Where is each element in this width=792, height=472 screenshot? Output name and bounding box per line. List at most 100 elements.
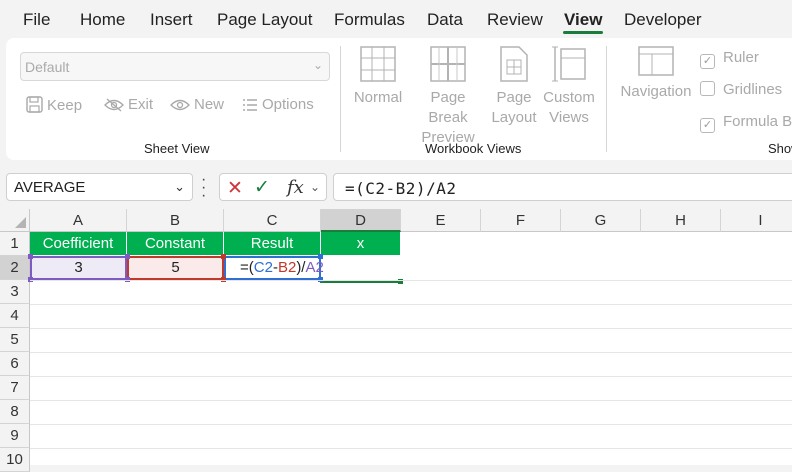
name-box-value: AVERAGE [14, 179, 86, 196]
cell-b2[interactable]: 5 [127, 256, 224, 280]
chevron-down-icon[interactable]: ⌄ [310, 180, 320, 194]
cell-a2[interactable]: 3 [30, 256, 127, 280]
eye-off-icon [104, 98, 124, 112]
column-header-g[interactable]: G [561, 209, 641, 232]
page-break-label-1: Page Break [428, 89, 468, 126]
list-icon [243, 99, 257, 111]
normal-label: Normal [353, 89, 403, 106]
menu-bar: File Home Insert Page Layout Formulas Da… [0, 0, 792, 38]
row-header-9[interactable]: 9 [0, 424, 30, 448]
ref-a2: A2 [305, 259, 324, 276]
page-layout-label-1: Page [496, 89, 532, 106]
cell-c1[interactable]: Result [224, 232, 321, 256]
formula-part: =( [240, 259, 254, 276]
row-header-1[interactable]: 1 [0, 232, 30, 256]
normal-view-button[interactable]: Normal [352, 46, 404, 108]
keep-label: Keep [47, 97, 83, 114]
save-icon [26, 96, 43, 113]
select-all-icon [15, 217, 26, 228]
column-header-h[interactable]: H [641, 209, 721, 232]
tab-review[interactable]: Review [487, 10, 543, 30]
column-header-a[interactable]: A [30, 209, 127, 232]
row-header-3[interactable]: 3 [0, 280, 30, 304]
tab-formulas[interactable]: Formulas [334, 10, 405, 30]
formula-actions: ✕ ✓ fx ⌄ [219, 173, 327, 201]
cell-b1[interactable]: Constant [127, 232, 224, 256]
checkbox-unchecked-icon [700, 81, 715, 96]
navigation-pane-icon [638, 46, 674, 76]
formula-bar: AVERAGE ⌄ · · · ✕ ✓ fx ⌄ =(C2-B2)/A2 [0, 168, 792, 206]
navigation-label: Navigation [620, 83, 692, 100]
page-layout-label-2: Layout [491, 109, 537, 126]
tab-view[interactable]: View [564, 10, 602, 30]
sheet-view-group-label: Sheet View [144, 141, 210, 156]
cancel-icon[interactable]: ✕ [227, 177, 243, 200]
tab-home[interactable]: Home [80, 10, 125, 30]
page-layout-button[interactable]: Page Layout [491, 46, 537, 128]
custom-views-label-1: Custom [543, 89, 595, 106]
navigation-button[interactable]: Navigation [616, 46, 696, 102]
custom-views-label-2: Views [549, 109, 589, 126]
row-header-4[interactable]: 4 [0, 304, 30, 328]
active-tab-indicator [563, 31, 603, 34]
gridlines-label: Gridlines [723, 81, 783, 98]
row-header-2[interactable]: 2 [0, 256, 30, 280]
column-header-b[interactable]: B [127, 209, 224, 232]
tab-insert[interactable]: Insert [150, 10, 193, 30]
gridlines-checkbox[interactable]: Gridlines [700, 81, 782, 98]
formula-text: =(C2-B2)/A2 [345, 179, 457, 198]
exit-label: Exit [128, 96, 154, 113]
options-label: Options [262, 96, 314, 113]
column-header-c[interactable]: C [224, 209, 321, 232]
row-header-6[interactable]: 6 [0, 352, 30, 376]
eye-plus-icon [170, 99, 190, 111]
more-options-icon[interactable]: · · · [201, 172, 206, 204]
cell-d1[interactable]: x [321, 232, 401, 256]
ref-c2: C2 [253, 259, 273, 276]
column-header-f[interactable]: F [481, 209, 561, 232]
formula-bar-label: Formula Ba [723, 113, 792, 130]
row-header-5[interactable]: 5 [0, 328, 30, 352]
formula-input[interactable]: =(C2-B2)/A2 [333, 173, 792, 201]
range-handle[interactable] [125, 254, 130, 259]
new-label: New [194, 96, 225, 113]
page-break-preview-button[interactable]: Page Break Preview [409, 46, 487, 148]
options-button[interactable]: Options [242, 96, 314, 113]
tab-developer[interactable]: Developer [624, 10, 702, 30]
keep-button[interactable]: Keep [26, 96, 82, 114]
cell-a1[interactable]: Coefficient [30, 232, 127, 256]
ruler-label: Ruler [723, 49, 759, 66]
insert-function-icon[interactable]: fx [287, 177, 304, 198]
grid-lines [30, 280, 792, 465]
new-button[interactable]: New [170, 96, 224, 113]
formula-bar-checkbox[interactable]: ✓ Formula Ba [700, 113, 792, 133]
range-handle[interactable] [221, 254, 226, 259]
tab-file[interactable]: File [23, 10, 50, 30]
chevron-down-icon[interactable]: ⌄ [174, 179, 185, 195]
sheet-view-select[interactable]: Default ⌄ [20, 52, 330, 81]
chevron-down-icon: ⌄ [312, 58, 323, 72]
grid-icon [360, 46, 396, 82]
exit-button[interactable]: Exit [104, 96, 153, 113]
select-all-button[interactable] [0, 209, 30, 232]
checkbox-checked-icon: ✓ [700, 118, 715, 133]
range-handle[interactable] [28, 254, 33, 259]
range-handle[interactable] [318, 254, 323, 259]
tab-data[interactable]: Data [427, 10, 463, 30]
spreadsheet-grid: A B C D E F G H I 1 2 3 4 5 6 7 8 9 10 C… [0, 209, 792, 472]
checkbox-checked-icon: ✓ [700, 54, 715, 69]
column-header-i[interactable]: I [721, 209, 792, 232]
group-divider [340, 46, 341, 152]
sheet-view-select-value: Default [25, 59, 70, 75]
row-header-8[interactable]: 8 [0, 400, 30, 424]
column-header-e[interactable]: E [401, 209, 481, 232]
row-header-10[interactable]: 10 [0, 448, 30, 472]
name-box[interactable]: AVERAGE ⌄ [6, 173, 193, 201]
custom-views-button[interactable]: Custom Views [542, 46, 596, 128]
ruler-checkbox[interactable]: ✓ Ruler [700, 49, 759, 69]
cell-c2-editing[interactable]: =(C2-B2)/A2 [224, 256, 324, 280]
column-header-d[interactable]: D [321, 209, 401, 232]
tab-page-layout[interactable]: Page Layout [217, 10, 312, 30]
enter-icon[interactable]: ✓ [254, 176, 270, 199]
row-header-7[interactable]: 7 [0, 376, 30, 400]
